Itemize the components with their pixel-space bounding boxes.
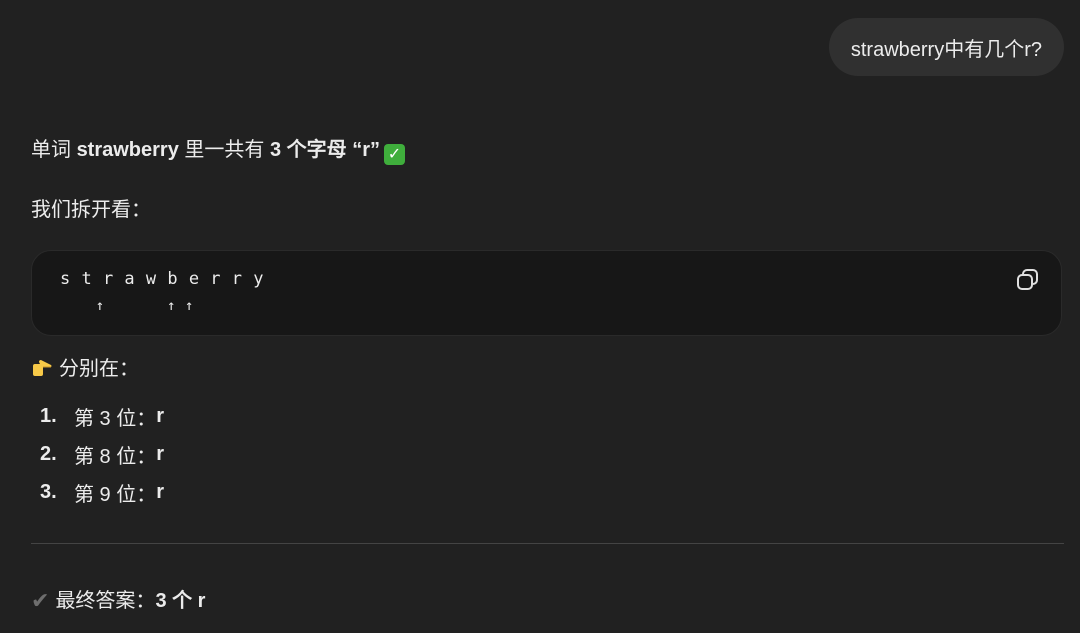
intro-count: 3 个字母 “r” <box>269 139 380 161</box>
list-item-letter: r <box>156 442 165 465</box>
list-item: 3. 第 9 位： r <box>40 473 164 511</box>
list-item-text: 第 3 位： <box>74 407 157 430</box>
list-item-text: 第 8 位： <box>74 445 157 468</box>
positions-heading: 分别在： <box>31 355 139 383</box>
intro-prefix: 单词 <box>31 139 77 161</box>
pointing-right-icon <box>33 360 52 376</box>
list-item-text: 第 9 位： <box>74 483 157 506</box>
intro-middle: 里一共有 <box>178 139 270 161</box>
list-item-number: 1. <box>40 404 57 427</box>
list-item: 1. 第 3 位： r <box>40 397 164 435</box>
code-line-arrows: ↑ ↑ ↑ <box>60 298 194 314</box>
section-divider <box>31 543 1064 544</box>
list-item-number: 3. <box>40 480 57 503</box>
final-answer: ✔ 最终答案：3 个 r <box>31 587 205 615</box>
final-answer-label: 最终答案： <box>55 590 156 612</box>
check-mark-icon: ✔ <box>31 588 50 613</box>
breakdown-label: 我们拆开看： <box>31 199 151 221</box>
code-block: s t r a w b e r r y ↑ ↑ ↑ <box>31 250 1062 336</box>
list-item-letter: r <box>156 480 165 503</box>
list-item-letter: r <box>156 404 165 427</box>
copy-icon[interactable] <box>1015 267 1041 293</box>
positions-label: 分别在： <box>59 358 139 380</box>
user-message-text: strawberry中有几个r? <box>850 38 1042 61</box>
code-line-letters: s t r a w b e r r y <box>60 269 264 289</box>
list-item-number: 2. <box>40 442 57 465</box>
check-box-emoji-icon: ✓ <box>384 144 405 165</box>
final-answer-value: 3 个 r <box>155 590 206 612</box>
positions-list: 1. 第 3 位： r 2. 第 8 位： r 3. 第 9 位： r <box>40 397 164 511</box>
user-message-bubble: strawberry中有几个r? <box>828 18 1064 76</box>
intro-word: strawberry <box>76 139 179 161</box>
answer-intro: 单词 strawberry 里一共有 3 个字母 “r” ✓ <box>31 136 405 165</box>
list-item: 2. 第 8 位： r <box>40 435 164 473</box>
chat-page: strawberry中有几个r? 单词 strawberry 里一共有 3 个字… <box>0 0 1080 633</box>
